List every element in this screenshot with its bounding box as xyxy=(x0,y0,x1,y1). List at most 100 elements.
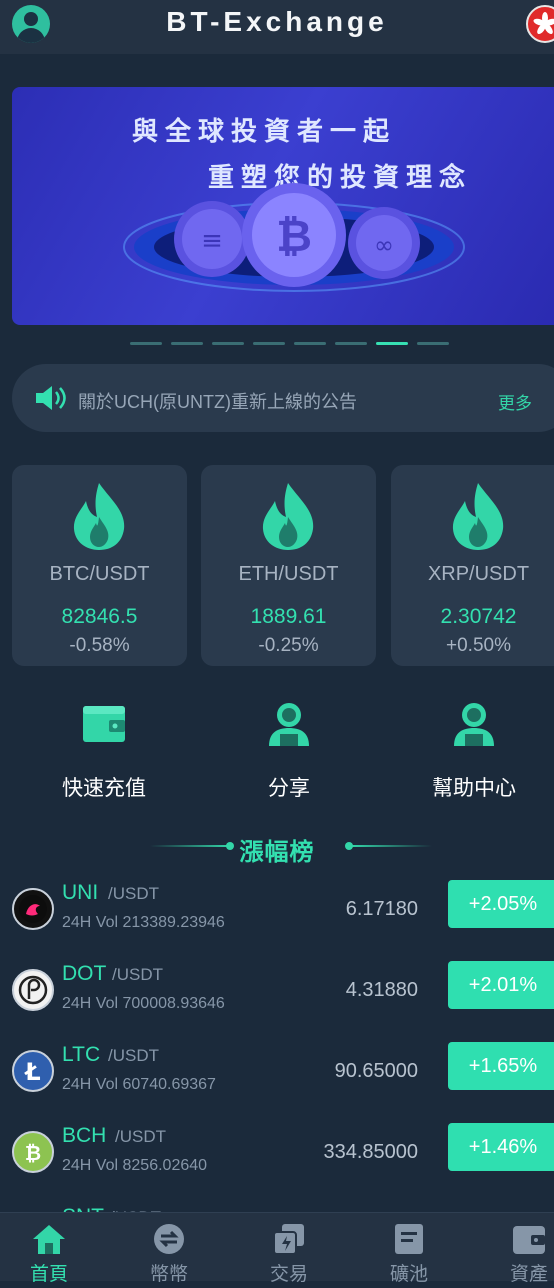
ltc-coin-icon: Ł xyxy=(12,1050,54,1092)
svg-text:₿: ₿ xyxy=(276,211,312,262)
change-badge[interactable]: +1.46% xyxy=(448,1123,554,1171)
flame-icon xyxy=(262,483,314,550)
change-badge[interactable]: +1.65% xyxy=(448,1042,554,1090)
hong-kong-flag-icon[interactable] xyxy=(526,5,554,43)
coin-price: 4.31880 xyxy=(345,979,418,1001)
coin-symbol: LTC xyxy=(62,1043,101,1066)
app-title: BT-Exchange xyxy=(166,6,388,37)
vol-value: 60740.69367 xyxy=(122,1076,216,1093)
announcement-more-link[interactable]: 更多 xyxy=(498,389,532,414)
tab-mining-pool[interactable]: 礦池 xyxy=(354,1213,464,1286)
coin-price: 334.85000 xyxy=(323,1141,418,1163)
tab-coin-exchange[interactable]: 幣幣 xyxy=(114,1213,224,1286)
vol-value: 213389.23946 xyxy=(122,914,225,931)
pagination-dot[interactable] xyxy=(294,342,326,345)
home-icon xyxy=(33,1225,65,1254)
ticker-price: 1889.61 xyxy=(250,605,327,628)
pagination-dot[interactable] xyxy=(130,342,162,345)
tab-label: 首頁 xyxy=(29,1264,68,1285)
uni-coin-icon xyxy=(12,888,54,930)
support-icon xyxy=(454,703,494,746)
vol-label: 24H Vol xyxy=(62,914,119,931)
announcement-text[interactable]: 關於UCH(原UNTZ)重新上線的公告 xyxy=(78,388,357,414)
coin-symbol: UNI xyxy=(62,881,99,904)
pagination-dot[interactable] xyxy=(212,342,244,345)
users-icon xyxy=(269,703,309,746)
coin-symbol: BCH xyxy=(62,1124,107,1147)
tab-label: 交易 xyxy=(269,1264,308,1285)
ticker-change: -0.25% xyxy=(258,635,319,656)
pool-icon xyxy=(395,1224,423,1254)
bch-coin-icon: ₿ xyxy=(12,1131,54,1173)
tab-label: 資產 xyxy=(509,1264,548,1285)
coin-price: 90.65000 xyxy=(334,1060,418,1082)
assets-wallet-icon xyxy=(513,1226,545,1254)
ticker-price: 2.30742 xyxy=(440,605,517,628)
dot-coin-icon xyxy=(12,969,54,1011)
vol-label: 24H Vol xyxy=(62,995,119,1012)
coin-volume: 24H Vol 700008.93646 xyxy=(62,995,225,1013)
tab-label: 礦池 xyxy=(389,1264,428,1285)
quick-deposit-button[interactable]: 快速充值 xyxy=(19,700,189,802)
svg-text:≡: ≡ xyxy=(201,226,223,256)
gainers-title: 漲幅榜 xyxy=(239,839,315,866)
flame-icon xyxy=(73,483,125,550)
vol-value: 8256.02640 xyxy=(122,1157,208,1174)
market-row[interactable]: Ł LTC /USDT 24H Vol 60740.69367 90.65000… xyxy=(0,1042,554,1126)
coin-symbol: DOT xyxy=(62,962,107,985)
ticker-pair: BTC/USDT xyxy=(49,563,150,585)
help-center-button[interactable]: 幫助中心 xyxy=(389,700,554,802)
wallet-icon xyxy=(83,706,125,742)
coin-price: 6.17180 xyxy=(345,898,418,920)
pagination-dot-active[interactable] xyxy=(376,342,408,345)
speaker-icon xyxy=(36,386,66,410)
coin-volume: 24H Vol 60740.69367 xyxy=(62,1076,216,1094)
svg-text:∞: ∞ xyxy=(374,231,394,259)
gainers-heading: 漲幅榜 xyxy=(0,828,554,868)
change-badge[interactable]: +2.01% xyxy=(448,961,554,1009)
vol-label: 24H Vol xyxy=(62,1157,119,1174)
quick-menu-label: 快速充值 xyxy=(62,777,146,800)
coin-volume: 24H Vol 8256.02640 xyxy=(62,1157,207,1175)
market-row[interactable]: UNI /USDT 24H Vol 213389.23946 6.17180 +… xyxy=(0,880,554,964)
pagination-dot[interactable] xyxy=(417,342,449,345)
coin-quote: /USDT xyxy=(115,1127,166,1146)
coin-quote: /USDT xyxy=(112,965,163,984)
trade-icon xyxy=(273,1224,304,1255)
tab-label: 幣幣 xyxy=(149,1264,188,1285)
pagination-dot[interactable] xyxy=(335,342,367,345)
pagination-dot[interactable] xyxy=(253,342,285,345)
svg-text:Ł: Ł xyxy=(23,1058,40,1086)
ticker-card-eth[interactable]: ETH/USDT 1889.61 -0.25% xyxy=(201,465,376,666)
market-row[interactable]: DOT /USDT 24H Vol 700008.93646 4.31880 +… xyxy=(0,961,554,1045)
coin-quote: /USDT xyxy=(108,884,159,903)
ticker-change: +0.50% xyxy=(446,635,511,656)
vol-label: 24H Vol xyxy=(62,1076,119,1093)
change-badge[interactable]: +2.05% xyxy=(448,880,554,928)
tab-home[interactable]: 首頁 xyxy=(0,1213,104,1286)
flame-icon xyxy=(452,483,504,550)
announcement-bar[interactable]: 關於UCH(原UNTZ)重新上線的公告 更多 xyxy=(12,364,554,432)
ticker-pair: ETH/USDT xyxy=(238,563,339,585)
vol-value: 700008.93646 xyxy=(122,995,225,1012)
exchange-icon xyxy=(154,1224,184,1254)
heading-divider xyxy=(352,845,432,847)
tab-assets[interactable]: 資產 xyxy=(474,1213,554,1286)
ticker-card-xrp[interactable]: XRP/USDT 2.30742 +0.50% xyxy=(391,465,554,666)
promo-banner[interactable]: 與全球投資者一起 重塑您的投資理念 ≡ ∞ ₿ xyxy=(12,87,554,325)
banner-headline-1: 與全球投資者一起 xyxy=(132,116,397,146)
ticker-pair: XRP/USDT xyxy=(427,563,530,585)
tab-trade[interactable]: 交易 xyxy=(234,1213,344,1286)
share-button[interactable]: 分享 xyxy=(204,700,374,802)
ticker-change: -0.58% xyxy=(69,635,130,656)
svg-text:₿: ₿ xyxy=(25,1141,41,1165)
coin-quote: /USDT xyxy=(108,1046,159,1065)
market-row[interactable]: ₿ BCH /USDT 24H Vol 8256.02640 334.85000… xyxy=(0,1123,554,1207)
pagination-dot[interactable] xyxy=(171,342,203,345)
crypto-coins-illustration: ≡ ∞ ₿ xyxy=(123,183,465,292)
ticker-card-btc[interactable]: BTC/USDT 82846.5 -0.58% xyxy=(12,465,187,666)
quick-menu-label: 分享 xyxy=(268,777,310,800)
coin-volume: 24H Vol 213389.23946 xyxy=(62,914,225,932)
quick-menu-label: 幫助中心 xyxy=(432,777,516,800)
ticker-price: 82846.5 xyxy=(61,605,138,628)
